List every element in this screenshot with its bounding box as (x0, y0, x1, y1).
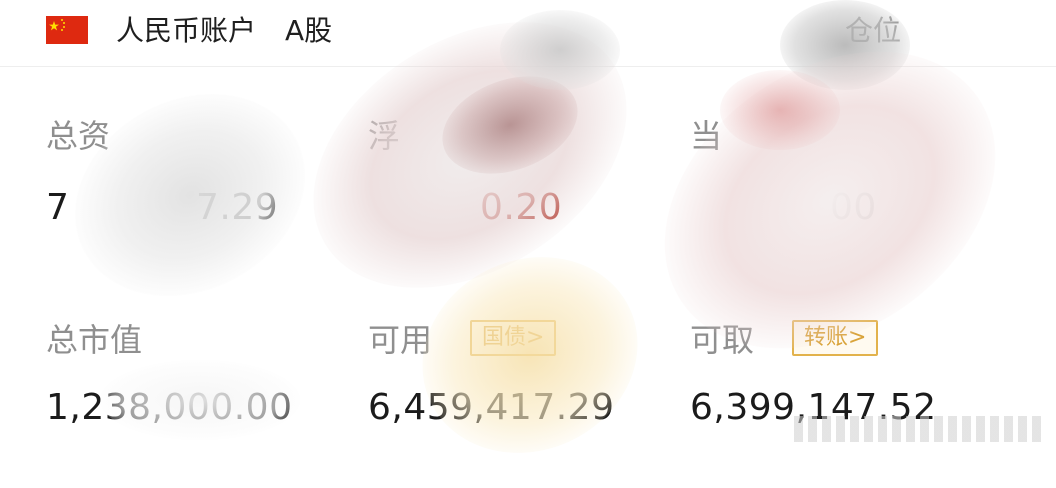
treasury-bond-button[interactable]: 国债> (470, 320, 557, 356)
redaction-smudge (720, 70, 840, 150)
transfer-button[interactable]: 转账> (792, 320, 879, 356)
redaction-smudge (39, 54, 341, 336)
available-label: 可用 (368, 321, 433, 359)
market-value-value: 1,238,000.00 (46, 387, 293, 428)
redaction-smudge (428, 58, 592, 192)
total-assets-value-end: 7.29 (196, 187, 279, 228)
position-label[interactable]: 仓位 (845, 13, 901, 49)
market-label[interactable]: A股 (285, 13, 332, 49)
floating-pnl-label: 浮 (368, 117, 401, 155)
account-header: 人民币账户 A股 仓位 (0, 0, 1056, 67)
total-assets-label: 总资 (46, 117, 111, 155)
total-assets-value-start: 7 (46, 187, 70, 228)
watermark-strip (794, 416, 1044, 442)
daily-pnl-label: 当 (690, 117, 723, 155)
floating-pnl-value: 0.20 (480, 187, 563, 228)
account-title[interactable]: 人民币账户 (116, 13, 256, 49)
withdrawable-label: 可取 (690, 321, 755, 359)
china-flag-icon (46, 16, 88, 44)
available-value: 6,459,417.29 (368, 387, 615, 428)
market-value-label: 总市值 (46, 321, 143, 359)
daily-pnl-value: 00 (830, 187, 877, 228)
